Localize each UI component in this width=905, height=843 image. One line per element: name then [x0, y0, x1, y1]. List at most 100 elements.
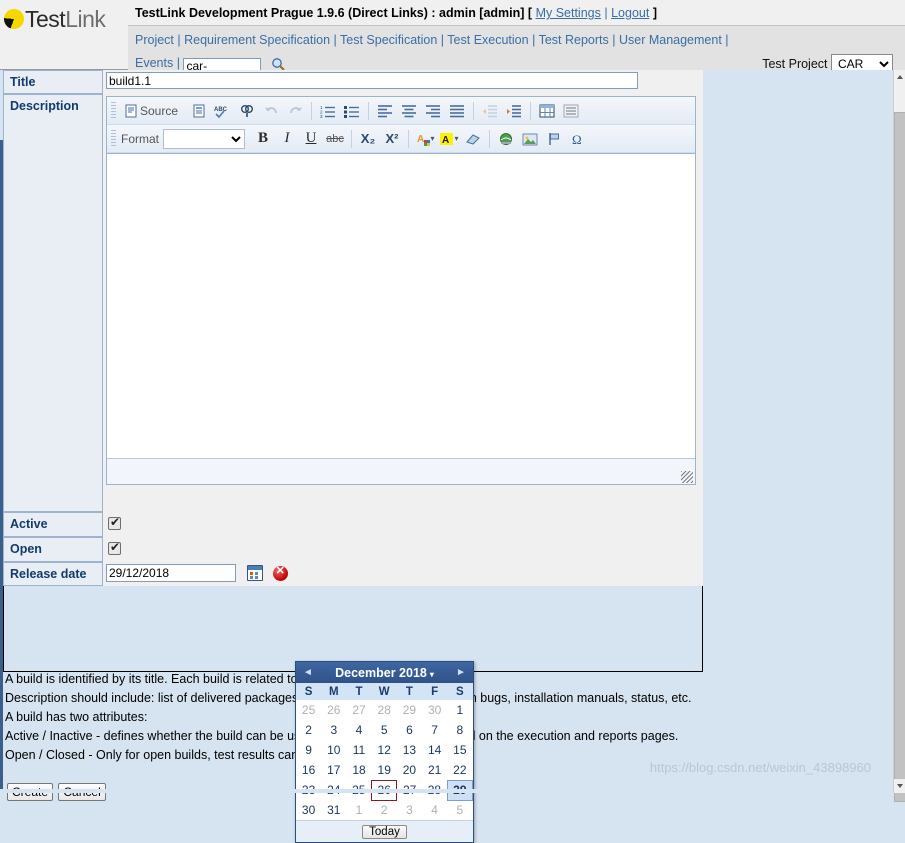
calendar-month-title[interactable]: December 2018 ▾ — [316, 666, 453, 680]
find-replace-icon[interactable] — [236, 100, 258, 122]
editor-resize-handle[interactable] — [681, 471, 693, 483]
flag-icon[interactable] — [543, 128, 565, 150]
bold-button[interactable]: B — [252, 128, 274, 150]
text-color-icon[interactable]: A ▾ — [414, 128, 436, 150]
nav-sep-4: | — [532, 33, 536, 47]
calendar-day-cell[interactable]: 31 — [321, 800, 346, 820]
indent-icon[interactable] — [503, 100, 525, 122]
scrollbar-thumb[interactable] — [894, 112, 905, 802]
calendar-day-cell[interactable]: 2 — [372, 800, 397, 820]
calendar-day-cell[interactable]: 7 — [422, 720, 447, 740]
remove-format-icon[interactable] — [462, 128, 484, 150]
calendar-day-cell[interactable]: 30 — [296, 800, 321, 820]
calendar-day-cell[interactable]: 12 — [372, 740, 397, 760]
superscript-button[interactable]: X² — [381, 128, 403, 150]
calendar-prev-month-icon[interactable]: ◄ — [300, 667, 316, 678]
format-select[interactable] — [163, 128, 246, 149]
toolbar-grip-icon[interactable] — [111, 101, 116, 120]
my-settings-link[interactable]: My Settings — [536, 6, 601, 20]
nav-item-requirement-specification[interactable]: Requirement Specification — [184, 33, 330, 47]
calendar-day-cell[interactable]: 22 — [447, 760, 472, 780]
scroll-up-arrow-icon[interactable] — [894, 70, 905, 84]
spellcheck-icon[interactable]: ABC — [212, 100, 234, 122]
calendar-day-cell[interactable]: 17 — [321, 760, 346, 780]
calendar-day-cell[interactable]: 6 — [397, 720, 422, 740]
calendar-day-cell[interactable]: 1 — [447, 700, 472, 720]
calendar-day-cell[interactable]: 16 — [296, 760, 321, 780]
calendar-day-cell[interactable]: 19 — [372, 760, 397, 780]
bulleted-list-icon[interactable] — [341, 100, 363, 122]
calendar-day-cell[interactable]: 5 — [372, 720, 397, 740]
calendar-day-cell[interactable]: 10 — [321, 740, 346, 760]
open-checkbox[interactable] — [108, 540, 121, 555]
image-icon[interactable] — [519, 128, 541, 150]
calendar-day-cell[interactable]: 18 — [346, 760, 371, 780]
nav-item-events[interactable]: Events — [135, 56, 173, 70]
calendar-day-cell[interactable]: 20 — [397, 760, 422, 780]
special-char-icon[interactable]: Ω — [567, 128, 589, 150]
calendar-day-cell[interactable]: 15 — [447, 740, 472, 760]
nav-item-user-management[interactable]: User Management — [619, 33, 722, 47]
align-justify-icon[interactable] — [446, 100, 468, 122]
calendar-today-button[interactable]: Today — [362, 824, 407, 839]
watermark-text: https://blog.csdn.net/weixin_43898960 — [649, 760, 871, 775]
nav-item-test-specification[interactable]: Test Specification — [340, 33, 437, 47]
date-picker-popup[interactable]: ◄ December 2018 ▾ ► S M T W T F S 25 26 27 2… — [295, 661, 474, 843]
calendar-day-cell[interactable]: 13 — [397, 740, 422, 760]
underline-button[interactable]: U — [300, 128, 322, 150]
calendar-picker-icon[interactable] — [247, 565, 264, 581]
scroll-down-arrow-icon[interactable] — [894, 779, 905, 793]
calendar-day-cell[interactable]: 26 — [321, 700, 346, 720]
calendar-day-cell[interactable]: 3 — [321, 720, 346, 740]
calendar-day-cell[interactable]: 21 — [422, 760, 447, 780]
calendar-day-cell[interactable]: 14 — [422, 740, 447, 760]
undo-icon[interactable] — [260, 100, 282, 122]
calendar-next-month-icon[interactable]: ► — [453, 667, 469, 678]
title-input[interactable] — [106, 72, 638, 89]
description-textarea[interactable] — [107, 153, 695, 458]
calendar-day-cell[interactable]: 25 — [296, 700, 321, 720]
calendar-day-cell[interactable]: 29 — [397, 700, 422, 720]
table-icon[interactable] — [536, 100, 558, 122]
clear-date-icon[interactable] — [272, 564, 288, 581]
calendar-week-row: 16 17 18 19 20 21 22 — [296, 760, 473, 780]
calendar-day-cell[interactable]: 5 — [447, 800, 472, 820]
redo-icon[interactable] — [284, 100, 306, 122]
align-right-icon[interactable] — [422, 100, 444, 122]
link-icon[interactable] — [495, 128, 517, 150]
calendar-day-cell[interactable]: 28 — [372, 700, 397, 720]
vertical-scrollbar[interactable] — [893, 70, 905, 802]
calendar-day-cell[interactable]: 3 — [397, 800, 422, 820]
calendar-day-cell[interactable]: 1 — [346, 800, 371, 820]
nav-item-test-reports[interactable]: Test Reports — [539, 33, 609, 47]
numbered-list-icon[interactable]: 123 — [317, 100, 339, 122]
align-left-icon[interactable] — [374, 100, 396, 122]
calendar-day-cell[interactable]: 11 — [346, 740, 371, 760]
align-center-icon[interactable] — [398, 100, 420, 122]
calendar-day-cell[interactable]: 2 — [296, 720, 321, 740]
background-color-icon[interactable]: A ▾ — [438, 128, 460, 150]
calendar-day-cell[interactable]: 9 — [296, 740, 321, 760]
strikethrough-button[interactable]: abc — [324, 128, 346, 150]
toolbar-grip-icon[interactable] — [111, 129, 116, 148]
templates-icon[interactable] — [188, 100, 210, 122]
active-cell — [103, 512, 703, 537]
source-button[interactable]: Source — [120, 100, 186, 122]
chevron-down-icon: ▾ — [430, 134, 435, 143]
italic-button[interactable]: I — [276, 128, 298, 150]
nav-item-project[interactable]: Project — [135, 33, 174, 47]
testlink-logo[interactable]: TestLink — [4, 2, 124, 36]
calendar-day-cell[interactable]: 30 — [422, 700, 447, 720]
calendar-day-cell[interactable]: 4 — [422, 800, 447, 820]
calendar-day-cell[interactable]: 27 — [346, 700, 371, 720]
nav-item-test-execution[interactable]: Test Execution — [447, 33, 528, 47]
subscript-button[interactable]: X₂ — [357, 128, 379, 150]
calendar-day-cell[interactable]: 8 — [447, 720, 472, 740]
outdent-icon[interactable] — [479, 100, 501, 122]
release-date-input[interactable] — [106, 564, 236, 582]
logout-link[interactable]: Logout — [611, 6, 649, 20]
horizontal-rule-icon[interactable] — [560, 100, 582, 122]
header-right: TestLink Development Prague 1.9.6 (Direc… — [128, 0, 905, 75]
active-checkbox[interactable] — [108, 515, 121, 530]
calendar-day-cell[interactable]: 4 — [346, 720, 371, 740]
